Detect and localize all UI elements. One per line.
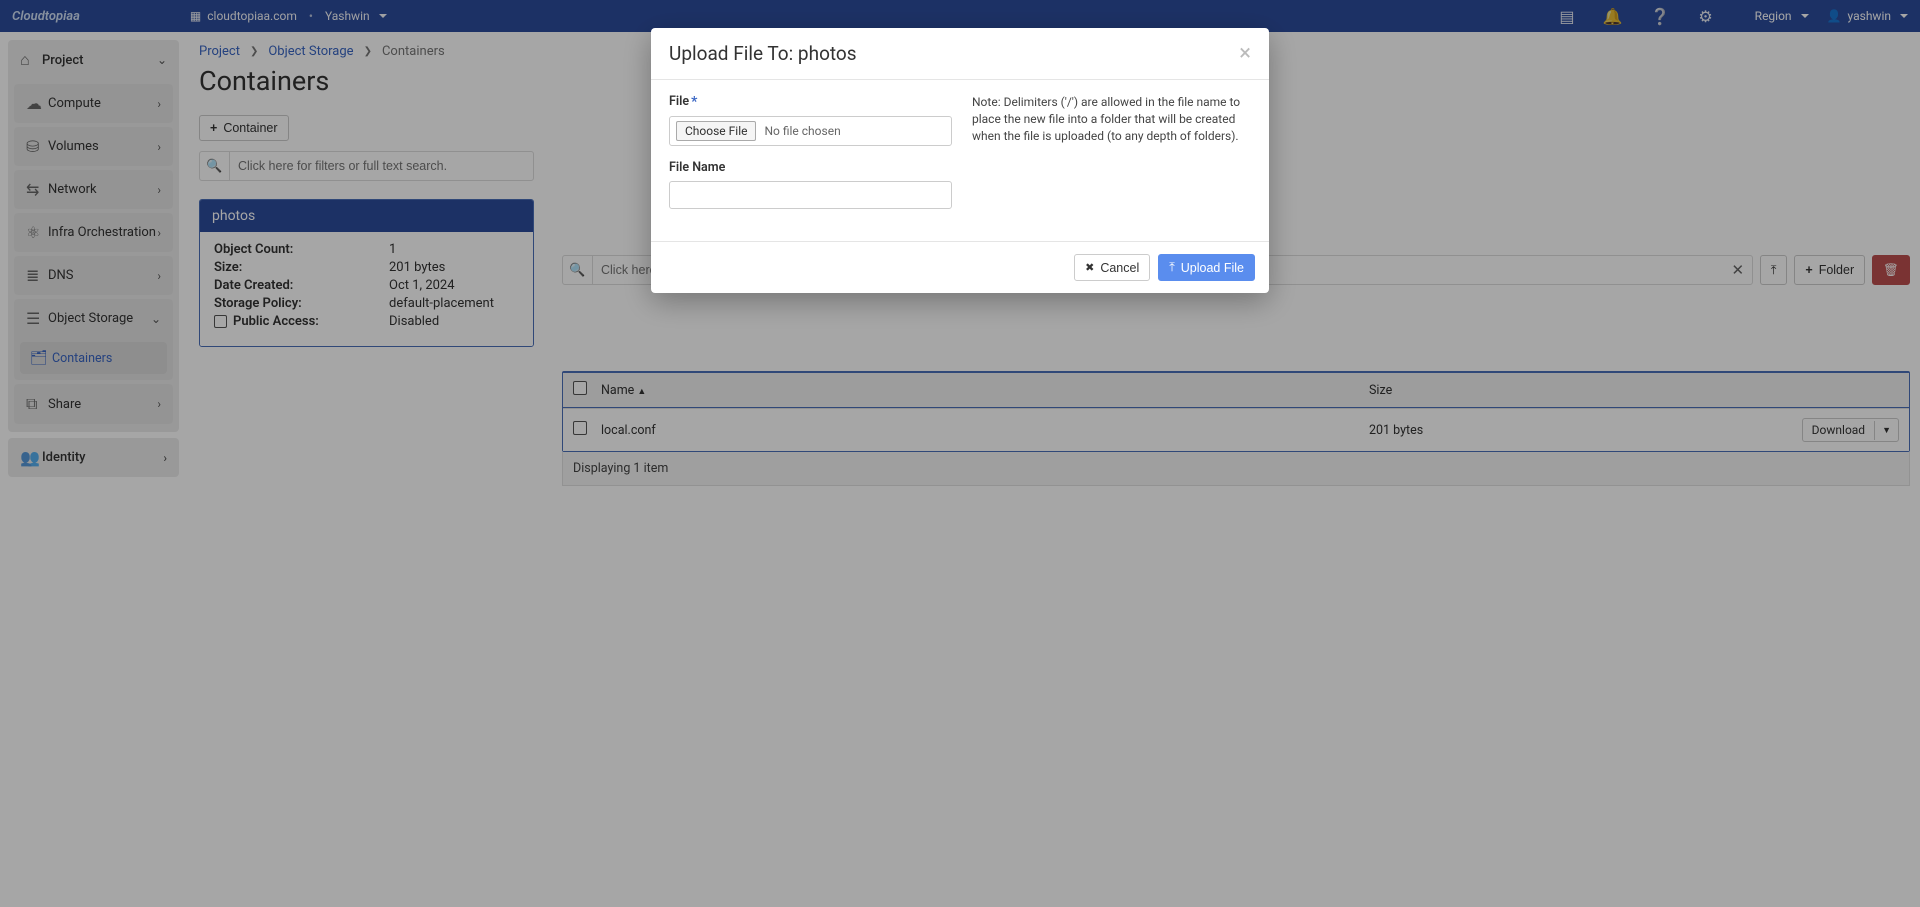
upload-file-button[interactable]: ⤒ Upload File	[1158, 254, 1255, 281]
upload-icon: ⤒	[1169, 260, 1175, 275]
filename-label: File Name	[669, 160, 952, 175]
cancel-button[interactable]: ✖ Cancel	[1074, 254, 1150, 281]
upload-modal: Upload File To: photos × File* Choose Fi…	[651, 28, 1269, 293]
file-label: File*	[669, 94, 952, 110]
modal-overlay: Upload File To: photos × File* Choose Fi…	[0, 0, 1920, 907]
file-status: No file chosen	[764, 124, 840, 138]
filename-input[interactable]	[669, 181, 952, 209]
button-label: Cancel	[1100, 261, 1139, 275]
modal-note: Note: Delimiters ('/') are allowed in th…	[972, 94, 1251, 223]
modal-title: Upload File To: photos	[669, 42, 1239, 65]
close-icon[interactable]: ×	[1239, 43, 1251, 65]
required-icon: *	[691, 94, 697, 110]
file-field-group: File* Choose File No file chosen	[669, 94, 952, 146]
filename-field-group: File Name	[669, 160, 952, 209]
close-icon: ✖	[1085, 261, 1094, 274]
choose-file-button[interactable]: Choose File	[676, 121, 756, 141]
file-input-wrap[interactable]: Choose File No file chosen	[669, 116, 952, 146]
button-label: Upload File	[1181, 261, 1244, 275]
